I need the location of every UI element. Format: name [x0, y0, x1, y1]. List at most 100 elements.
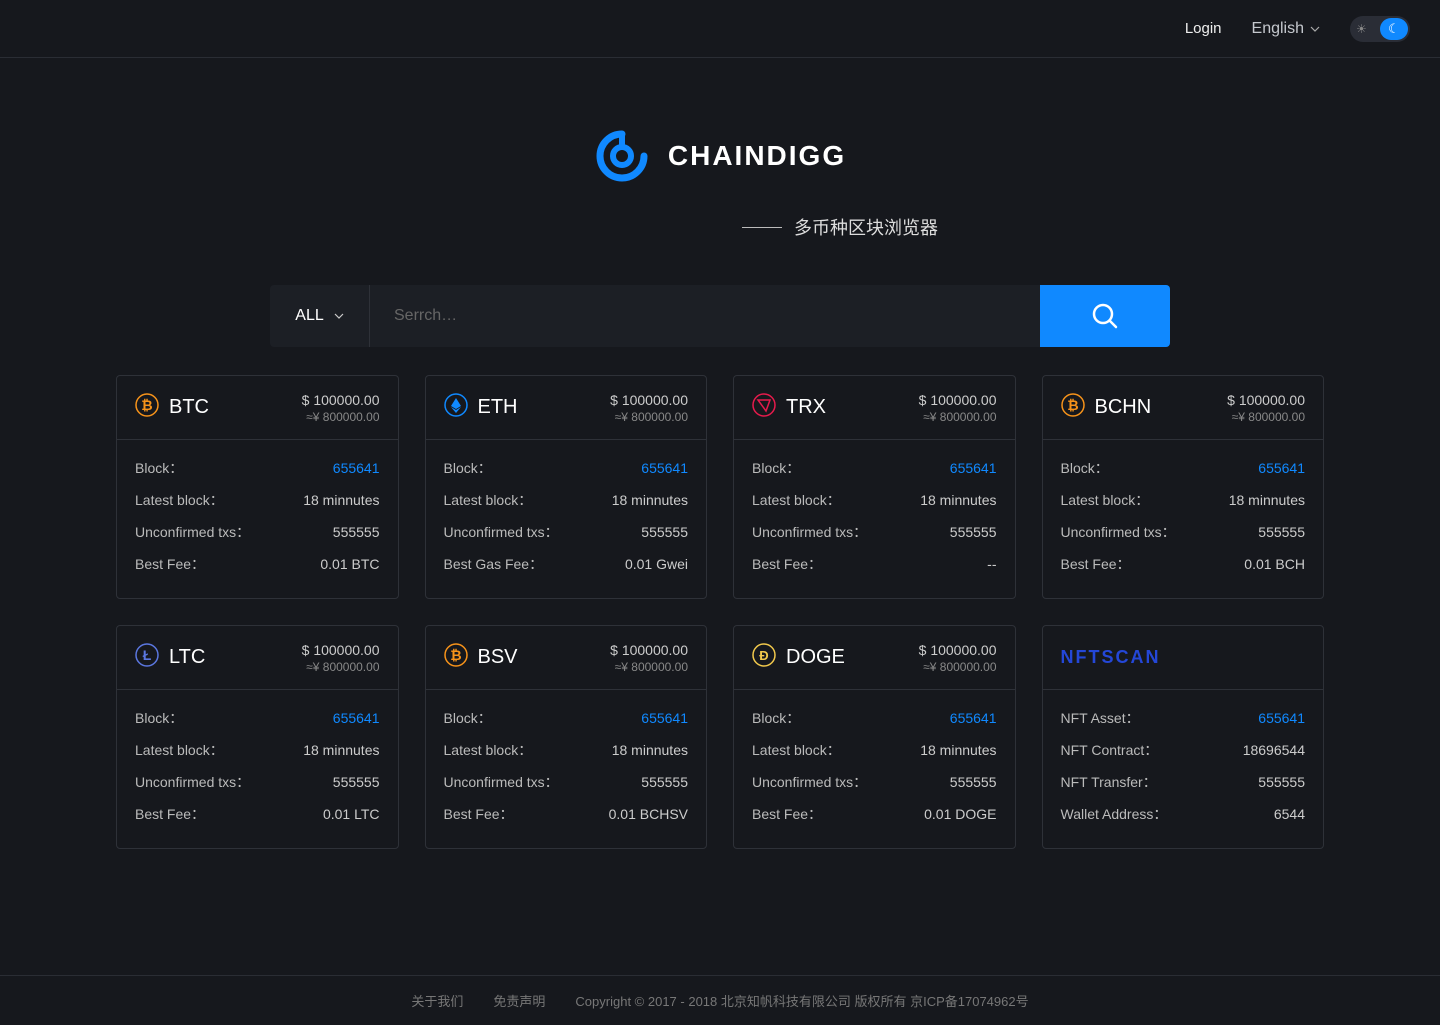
stat-value[interactable]: 655641 — [950, 460, 997, 476]
search-icon — [1090, 301, 1120, 331]
stat-row: Unconfirmed txs： 555555 — [444, 766, 689, 798]
card-body: Block：655641Latest block：18 minnutesUnco… — [426, 440, 707, 598]
stat-label: Best Gas Fee： — [444, 554, 544, 574]
stat-value[interactable]: 655641 — [641, 460, 688, 476]
stat-value: 555555 — [333, 524, 380, 540]
search-filter-label: ALL — [295, 307, 323, 325]
stat-value: 0.01 DOGE — [924, 806, 996, 822]
stat-label: NFT Contract： — [1061, 740, 1159, 760]
stat-value: -- — [987, 556, 996, 572]
stat-label: Unconfirmed txs： — [752, 772, 867, 792]
coin-card-trx[interactable]: TRX$ 100000.00≈¥ 800000.00Block：655641La… — [733, 375, 1016, 599]
stat-value: 18696544 — [1243, 742, 1305, 758]
sun-icon: ☀ — [1356, 22, 1367, 36]
stat-value: 555555 — [950, 774, 997, 790]
stat-value[interactable]: 655641 — [333, 710, 380, 726]
stat-label: Unconfirmed txs： — [135, 522, 250, 542]
price-usd: $ 100000.00 — [1227, 392, 1305, 408]
coin-symbol: BCHN — [1095, 396, 1152, 419]
stat-row: NFT Contract： 18696544 — [1061, 734, 1306, 766]
stat-label: Block： — [135, 708, 183, 728]
stat-label: Block： — [1061, 458, 1109, 478]
price-cny: ≈¥ 800000.00 — [610, 410, 688, 424]
search-button[interactable] — [1040, 285, 1170, 347]
price-cny: ≈¥ 800000.00 — [1227, 410, 1305, 424]
card-body: Block：655641Latest block：18 minnutesUnco… — [117, 440, 398, 598]
search-input[interactable] — [370, 307, 1040, 325]
stat-value[interactable]: 655641 — [1258, 710, 1305, 726]
stat-value: 0.01 LTC — [323, 806, 380, 822]
card-header: Ð DOGE $ 100000.00≈¥ 800000.00 — [734, 626, 1015, 690]
top-header: Login English ☀ ☾ — [0, 0, 1440, 58]
price-cny: ≈¥ 800000.00 — [302, 410, 380, 424]
stat-label: Latest block： — [444, 490, 533, 510]
footer-about[interactable]: 关于我们 — [411, 991, 463, 1010]
hero: CHAINDIGG 多币种区块浏览器 ALL — [0, 58, 1440, 347]
stat-row: Block： 655641 — [135, 702, 380, 734]
stat-label: Unconfirmed txs： — [444, 772, 559, 792]
price-block: $ 100000.00 ≈¥ 800000.00 — [1227, 392, 1305, 424]
btc-icon: ₿ — [135, 393, 159, 422]
coin-card-bsv[interactable]: ₿BSV$ 100000.00≈¥ 800000.00Block：655641L… — [425, 625, 708, 849]
price-usd: $ 100000.00 — [610, 392, 688, 408]
stat-row: Best Fee：0.01 BCH — [1061, 548, 1306, 580]
stat-row: Unconfirmed txs：555555 — [752, 516, 997, 548]
stat-row: Best Fee： -- — [752, 548, 997, 580]
stat-value: 0.01 Gwei — [625, 556, 688, 572]
coin-symbol: DOGE — [786, 646, 845, 669]
price-block: $ 100000.00≈¥ 800000.00 — [919, 642, 997, 674]
stat-value[interactable]: 655641 — [641, 710, 688, 726]
stat-label: Best Fee： — [752, 554, 822, 574]
svg-text:Ð: Ð — [759, 648, 768, 663]
bsv-icon: ₿ — [444, 643, 468, 672]
stat-row: Latest block：18 minnutes — [752, 734, 997, 766]
coin-title: ₿ BCHN — [1061, 393, 1152, 422]
stat-value[interactable]: 655641 — [1258, 460, 1305, 476]
chevron-down-icon — [1310, 24, 1320, 34]
svg-text:₿: ₿ — [1067, 397, 1078, 413]
svg-text:₿: ₿ — [141, 397, 152, 413]
stat-label: Latest block： — [135, 740, 224, 760]
price-usd: $ 100000.00 — [919, 642, 997, 658]
search-filter-dropdown[interactable]: ALL — [270, 285, 370, 347]
svg-text:Ł: Ł — [143, 647, 152, 663]
stat-value: 555555 — [1258, 774, 1305, 790]
footer-disclaimer[interactable]: 免责声明 — [493, 991, 545, 1010]
coin-symbol: TRX — [786, 396, 826, 419]
stat-label: NFT Asset： — [1061, 708, 1140, 728]
stat-value[interactable]: 655641 — [950, 710, 997, 726]
stat-value: 555555 — [641, 774, 688, 790]
stat-value[interactable]: 655641 — [333, 460, 380, 476]
stat-row: Block：655641 — [444, 452, 689, 484]
stat-value: 18 minnutes — [920, 492, 996, 508]
stat-label: Block： — [444, 708, 492, 728]
price-block: $ 100000.00≈¥ 800000.00 — [302, 392, 380, 424]
coin-card-nftscan[interactable]: NFTSCANNFT Asset：655641NFT Contract：1869… — [1042, 625, 1325, 849]
language-select[interactable]: English — [1252, 20, 1320, 38]
coin-card-btc[interactable]: ₿BTC$ 100000.00≈¥ 800000.00Block：655641L… — [116, 375, 399, 599]
coin-card-eth[interactable]: ETH$ 100000.00≈¥ 800000.00Block：655641La… — [425, 375, 708, 599]
stat-row: Latest block：18 minnutes — [444, 734, 689, 766]
coin-card-bchn[interactable]: ₿ BCHN $ 100000.00 ≈¥ 800000.00 Block： 655641… — [1042, 375, 1325, 599]
coin-title: TRX — [752, 393, 826, 422]
price-block: $ 100000.00≈¥ 800000.00 — [610, 642, 688, 674]
coin-card-ltc[interactable]: ŁLTC$ 100000.00≈¥ 800000.00Block：655641L… — [116, 625, 399, 849]
stat-row: Best Fee：0.01 DOGE — [752, 798, 997, 830]
stat-row: Unconfirmed txs： 555555 — [135, 516, 380, 548]
brand-icon — [594, 128, 650, 184]
stat-label: Latest block： — [752, 490, 841, 510]
coin-card-doge[interactable]: ÐDOGE$ 100000.00≈¥ 800000.00Block：655641… — [733, 625, 1016, 849]
stat-value: 18 minnutes — [303, 492, 379, 508]
stat-row: Best Fee：0.01 LTC — [135, 798, 380, 830]
divider-line — [742, 227, 782, 228]
stat-label: NFT Transfer： — [1061, 772, 1157, 792]
footer: 关于我们 免责声明 Copyright © 2017 - 2018 北京知帆科技… — [0, 975, 1440, 1025]
stat-row: Block：655641 — [135, 452, 380, 484]
stat-label: Best Fee： — [444, 804, 514, 824]
login-link[interactable]: Login — [1185, 20, 1222, 37]
theme-toggle[interactable]: ☀ ☾ — [1350, 16, 1410, 42]
card-header: ETH$ 100000.00≈¥ 800000.00 — [426, 376, 707, 440]
card-body: Block：655641Latest block：18 minnutesUnco… — [734, 690, 1015, 848]
coin-title: ŁLTC — [135, 643, 205, 672]
card-header: ₿BTC$ 100000.00≈¥ 800000.00 — [117, 376, 398, 440]
